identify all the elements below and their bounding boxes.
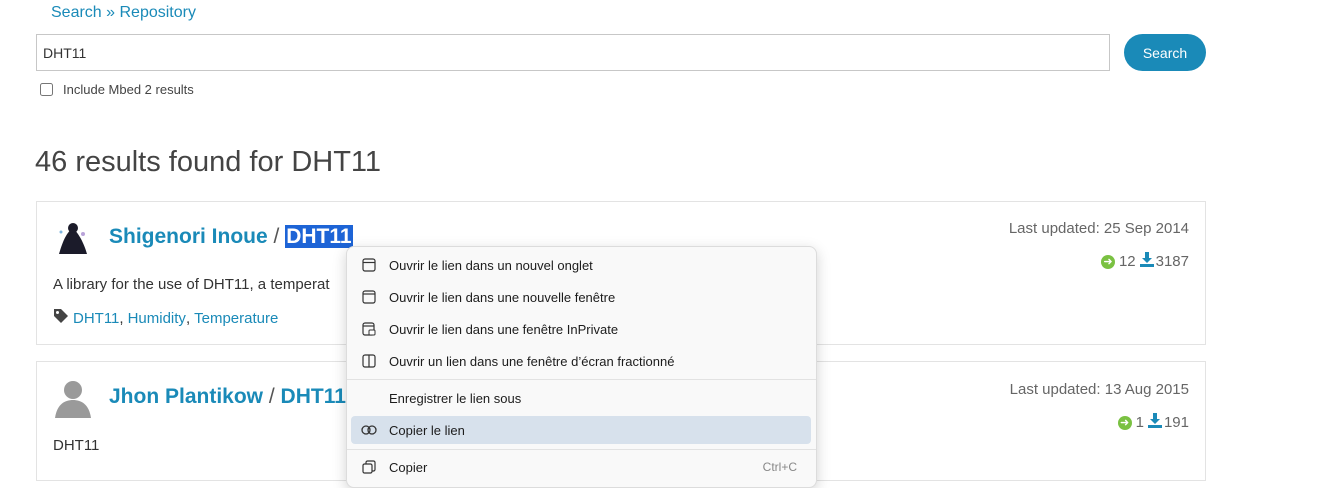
menu-item-copy-link[interactable]: Copier le lien xyxy=(351,416,811,444)
include-mbed2-option[interactable]: Include Mbed 2 results xyxy=(40,82,194,97)
author-link[interactable]: Shigenori Inoue xyxy=(109,225,268,248)
tag-link[interactable]: DHT11 xyxy=(73,310,119,327)
avatar[interactable] xyxy=(53,378,93,418)
tag-link[interactable]: Temperature xyxy=(194,310,278,327)
include-mbed2-checkbox[interactable] xyxy=(40,83,53,96)
menu-item-label: Ouvrir le lien dans une nouvelle fenêtre xyxy=(389,289,616,305)
menu-item-shortcut: Ctrl+C xyxy=(762,460,797,474)
download-icon xyxy=(1139,252,1154,271)
download-count: 191 xyxy=(1163,414,1189,431)
menu-item-label: Copier xyxy=(389,459,428,475)
tag-separator: , xyxy=(119,309,124,327)
menu-separator xyxy=(347,379,816,380)
menu-item-label: Copier le lien xyxy=(389,422,465,438)
link-icon xyxy=(361,422,377,438)
result-title: Shigenori Inoue / DHT11 xyxy=(109,225,353,249)
menu-item-save-link-as[interactable]: Enregistrer le lien sous xyxy=(351,384,811,412)
menu-item-label: Enregistrer le lien sous xyxy=(389,390,522,406)
menu-item-label: Ouvrir un lien dans une fenêtre d’écran … xyxy=(389,353,675,369)
result-title: Jhon Plantikow / DHT11 xyxy=(109,385,346,409)
repo-stats: ➜ 1 191 xyxy=(1117,413,1189,432)
tag-separator: , xyxy=(185,309,191,327)
last-updated: Last updated: 25 Sep 2014 xyxy=(1009,220,1189,237)
import-icon: ➜ xyxy=(1117,415,1132,430)
menu-item-open-inprivate[interactable]: Ouvrir le lien dans une fenêtre InPrivat… xyxy=(351,315,811,343)
last-updated-label: Last updated: xyxy=(1008,220,1100,237)
last-updated-date: 13 Aug 2015 xyxy=(1104,381,1189,398)
split-screen-icon xyxy=(361,353,377,369)
menu-separator xyxy=(347,449,816,450)
import-icon: ➜ xyxy=(1100,254,1115,269)
menu-item-open-new-tab[interactable]: Ouvrir le lien dans un nouvel onglet xyxy=(351,251,811,279)
tag-icon xyxy=(53,308,69,328)
blank-icon xyxy=(361,390,377,406)
tag-link[interactable]: Humidity xyxy=(128,310,186,327)
new-tab-icon xyxy=(361,257,377,273)
result-description: A library for the use of DHT11, a temper… xyxy=(53,276,330,293)
download-icon xyxy=(1147,413,1162,432)
tag-list: DHT11, Humidity, Temperature xyxy=(53,308,278,328)
breadcrumb[interactable]: Search » Repository xyxy=(51,4,196,22)
download-count: 3187 xyxy=(1155,253,1189,270)
repo-link[interactable]: DHT11 xyxy=(285,225,353,248)
last-updated-label: Last updated: xyxy=(1009,381,1101,398)
avatar[interactable] xyxy=(53,218,93,258)
import-count: 12 xyxy=(1118,253,1136,270)
menu-item-open-new-window[interactable]: Ouvrir le lien dans une nouvelle fenêtre xyxy=(351,283,811,311)
author-link[interactable]: Jhon Plantikow xyxy=(109,385,263,408)
include-mbed2-label: Include Mbed 2 results xyxy=(63,82,194,97)
menu-item-label: Ouvrir le lien dans une fenêtre InPrivat… xyxy=(389,321,619,337)
copy-icon xyxy=(361,459,377,475)
new-window-icon xyxy=(361,289,377,305)
result-count-heading: 46 results found for DHT11 xyxy=(35,146,382,178)
repo-link[interactable]: DHT11 xyxy=(281,385,346,408)
menu-item-open-split-screen[interactable]: Ouvrir un lien dans une fenêtre d’écran … xyxy=(351,347,811,375)
import-count: 1 xyxy=(1135,414,1144,431)
search-input[interactable] xyxy=(36,34,1110,71)
repo-stats: ➜ 12 3187 xyxy=(1100,252,1189,271)
menu-item-copy[interactable]: Copier Ctrl+C xyxy=(351,453,811,481)
context-menu: Ouvrir le lien dans un nouvel onglet Ouv… xyxy=(346,246,817,488)
title-separator: / xyxy=(268,385,275,408)
menu-item-label: Ouvrir le lien dans un nouvel onglet xyxy=(389,257,593,273)
last-updated: Last updated: 13 Aug 2015 xyxy=(1010,381,1189,398)
result-description: DHT11 xyxy=(53,437,100,454)
last-updated-date: 25 Sep 2014 xyxy=(1103,220,1189,237)
search-button[interactable]: Search xyxy=(1124,34,1206,71)
inprivate-window-icon xyxy=(361,321,377,337)
title-separator: / xyxy=(273,225,280,248)
